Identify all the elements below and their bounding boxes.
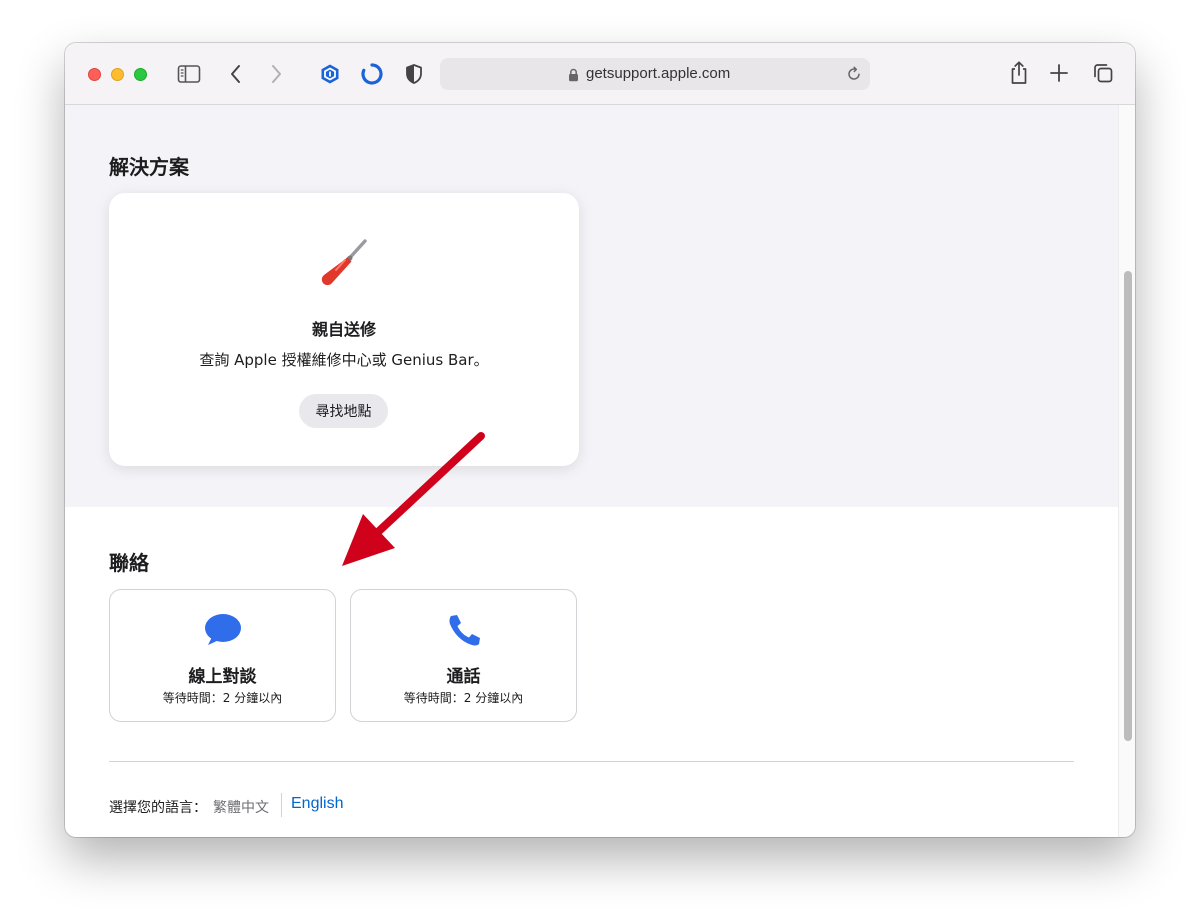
- browser-window: getsupport.apple.com 解決方案 親自送修 查詢 Apple …: [65, 43, 1135, 837]
- page-content: 解決方案 親自送修 查詢 Apple 授權維修中心或 Genius Bar。 尋…: [65, 105, 1118, 837]
- new-tab-plus-icon[interactable]: [1049, 63, 1069, 83]
- in-person-repair-card: 親自送修 查詢 Apple 授權維修中心或 Genius Bar。 尋找地點: [109, 193, 579, 466]
- phone-call-card[interactable]: 通話 等待時間：2 分鐘以內: [350, 589, 577, 722]
- share-icon[interactable]: [1008, 60, 1030, 86]
- find-location-button[interactable]: 尋找地點: [299, 394, 388, 428]
- reload-icon[interactable]: [846, 66, 862, 86]
- language-separator: [281, 793, 282, 817]
- live-chat-card[interactable]: 線上對談 等待時間：2 分鐘以內: [109, 589, 336, 722]
- solutions-section: 解決方案 親自送修 查詢 Apple 授權維修中心或 Genius Bar。 尋…: [65, 105, 1118, 507]
- screwdriver-icon: [312, 233, 376, 301]
- scrollbar-thumb[interactable]: [1124, 271, 1132, 741]
- chat-bubble-icon: [203, 612, 243, 652]
- minimize-window-button[interactable]: [111, 68, 124, 81]
- english-language-link[interactable]: English: [291, 795, 343, 813]
- address-bar[interactable]: getsupport.apple.com: [440, 58, 870, 90]
- contact-heading: 聯絡: [109, 551, 149, 575]
- vertical-scrollbar[interactable]: [1118, 105, 1135, 837]
- extension-hexagon-icon[interactable]: [319, 63, 341, 85]
- sidebar-toggle-icon[interactable]: [177, 64, 201, 84]
- zoom-window-button[interactable]: [134, 68, 147, 81]
- footer-divider: [109, 761, 1074, 762]
- lock-icon: [568, 67, 579, 86]
- phone-icon: [444, 612, 484, 652]
- browser-toolbar: getsupport.apple.com: [65, 43, 1135, 105]
- tab-overview-icon[interactable]: [1092, 62, 1114, 84]
- phone-call-title: 通話: [446, 667, 481, 687]
- current-language: 繁體中文: [213, 800, 269, 816]
- loading-spinner-icon[interactable]: [360, 62, 384, 86]
- repair-card-description: 查詢 Apple 授權維修中心或 Genius Bar。: [199, 351, 489, 369]
- back-chevron-icon[interactable]: [228, 63, 244, 85]
- phone-call-wait-time: 等待時間：2 分鐘以內: [403, 691, 524, 705]
- solutions-heading: 解決方案: [109, 155, 189, 179]
- url-text: getsupport.apple.com: [586, 65, 731, 82]
- close-window-button[interactable]: [88, 68, 101, 81]
- live-chat-title: 線上對談: [188, 667, 257, 687]
- forward-chevron-icon[interactable]: [268, 63, 284, 85]
- live-chat-wait-time: 等待時間：2 分鐘以內: [162, 691, 283, 705]
- language-label: 選擇您的語言：: [109, 800, 207, 816]
- privacy-shield-icon[interactable]: [404, 63, 424, 85]
- repair-card-title: 親自送修: [311, 320, 376, 339]
